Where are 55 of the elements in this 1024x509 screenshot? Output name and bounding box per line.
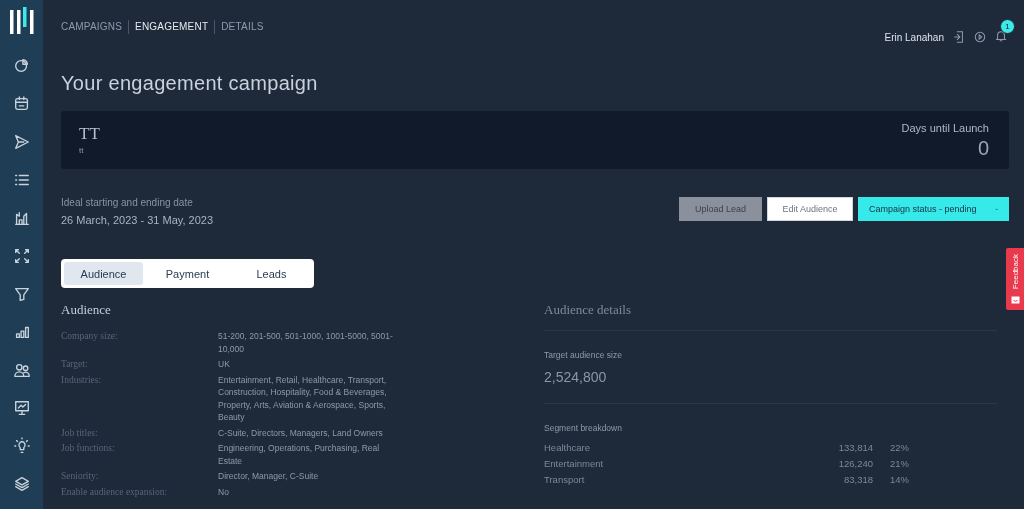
field-value: 51-200, 201-500, 501-1000, 1001-5000, 5001-10,000 xyxy=(218,330,394,355)
pie-chart-icon[interactable] xyxy=(12,57,31,75)
section-heading: Audience details xyxy=(544,302,632,318)
logo-icon[interactable] xyxy=(9,7,34,35)
countdown-value: 0 xyxy=(976,137,989,160)
tab[interactable]: Audience xyxy=(64,262,143,285)
segment-count: 133,814 xyxy=(837,441,873,455)
breadcrumb-link[interactable]: DETAILS xyxy=(214,20,270,34)
page-title: Your engagement campaign xyxy=(61,72,319,95)
bell-icon[interactable] xyxy=(995,30,1007,42)
date-range: 26 March, 2023 - 31 May, 2023 xyxy=(61,214,214,226)
segment-name: Healthcare xyxy=(544,441,591,455)
calendar-icon[interactable] xyxy=(12,95,31,113)
notification-badge: 1 xyxy=(1000,19,1015,34)
campaign-name: TT xyxy=(79,124,100,144)
field-value: Entertainment, Retail, Healthcare, Transport, Construction, Hospitality, Food & Beverages, Property, Arts, Aviation & Aerospace, Sports, Beauty xyxy=(218,373,388,424)
status-dropdown[interactable]: Campaign status - pending xyxy=(858,197,1009,221)
campaign-subtitle: tt xyxy=(79,146,85,155)
audience-size-value: 2,524,800 xyxy=(544,369,608,385)
logout-icon[interactable] xyxy=(953,31,965,43)
layers-icon[interactable] xyxy=(12,475,31,493)
field-value: Engineering, Operations, Purchasing, Real Estate xyxy=(218,442,381,467)
breadcrumb-link[interactable]: ENGAGEMENT xyxy=(128,20,215,34)
segment-name: Entertainment xyxy=(544,457,605,471)
chat-icon xyxy=(1010,296,1020,304)
tab[interactable]: Leads xyxy=(232,262,311,285)
field-value: Director, Manager, C-Suite xyxy=(218,470,320,483)
countdown-label: Days until Launch xyxy=(901,122,989,134)
send-icon[interactable] xyxy=(12,133,31,151)
tab[interactable]: Payment xyxy=(148,262,227,285)
field-label: Industries: xyxy=(61,373,103,387)
segment-name: Transport xyxy=(544,473,586,487)
audience-size-label: Target audience size xyxy=(544,350,623,360)
breadcrumb-link[interactable]: CAMPAIGNS xyxy=(61,20,129,34)
field-value: UK xyxy=(218,358,231,371)
funnel-icon[interactable] xyxy=(12,285,31,303)
field-value: C-Suite, Directors, Managers, Land Owners xyxy=(218,426,384,439)
segment-share: 22% xyxy=(889,441,910,455)
date-label: Ideal starting and ending date xyxy=(61,197,194,208)
feedback-tab[interactable]: Feedback xyxy=(1006,248,1024,310)
expand-icon[interactable] xyxy=(12,247,31,265)
segment-count: 83,318 xyxy=(842,473,873,487)
users-icon[interactable] xyxy=(12,361,31,379)
section-heading: Audience xyxy=(61,302,112,318)
breakdown-label: Segment breakdown xyxy=(544,423,623,433)
user-name: Erin Lanahan xyxy=(884,31,944,43)
lightbulb-icon[interactable] xyxy=(12,437,31,455)
building-chart-icon[interactable] xyxy=(12,209,31,227)
segment-share: 21% xyxy=(889,457,910,471)
presentation-icon[interactable] xyxy=(12,399,31,417)
edit-audience-button[interactable]: Edit Audience xyxy=(767,197,853,221)
segment-share: 14% xyxy=(889,473,910,487)
segment-count: 126,240 xyxy=(837,457,873,471)
play-circle-icon[interactable] xyxy=(974,31,986,43)
field-value: No xyxy=(218,485,230,498)
